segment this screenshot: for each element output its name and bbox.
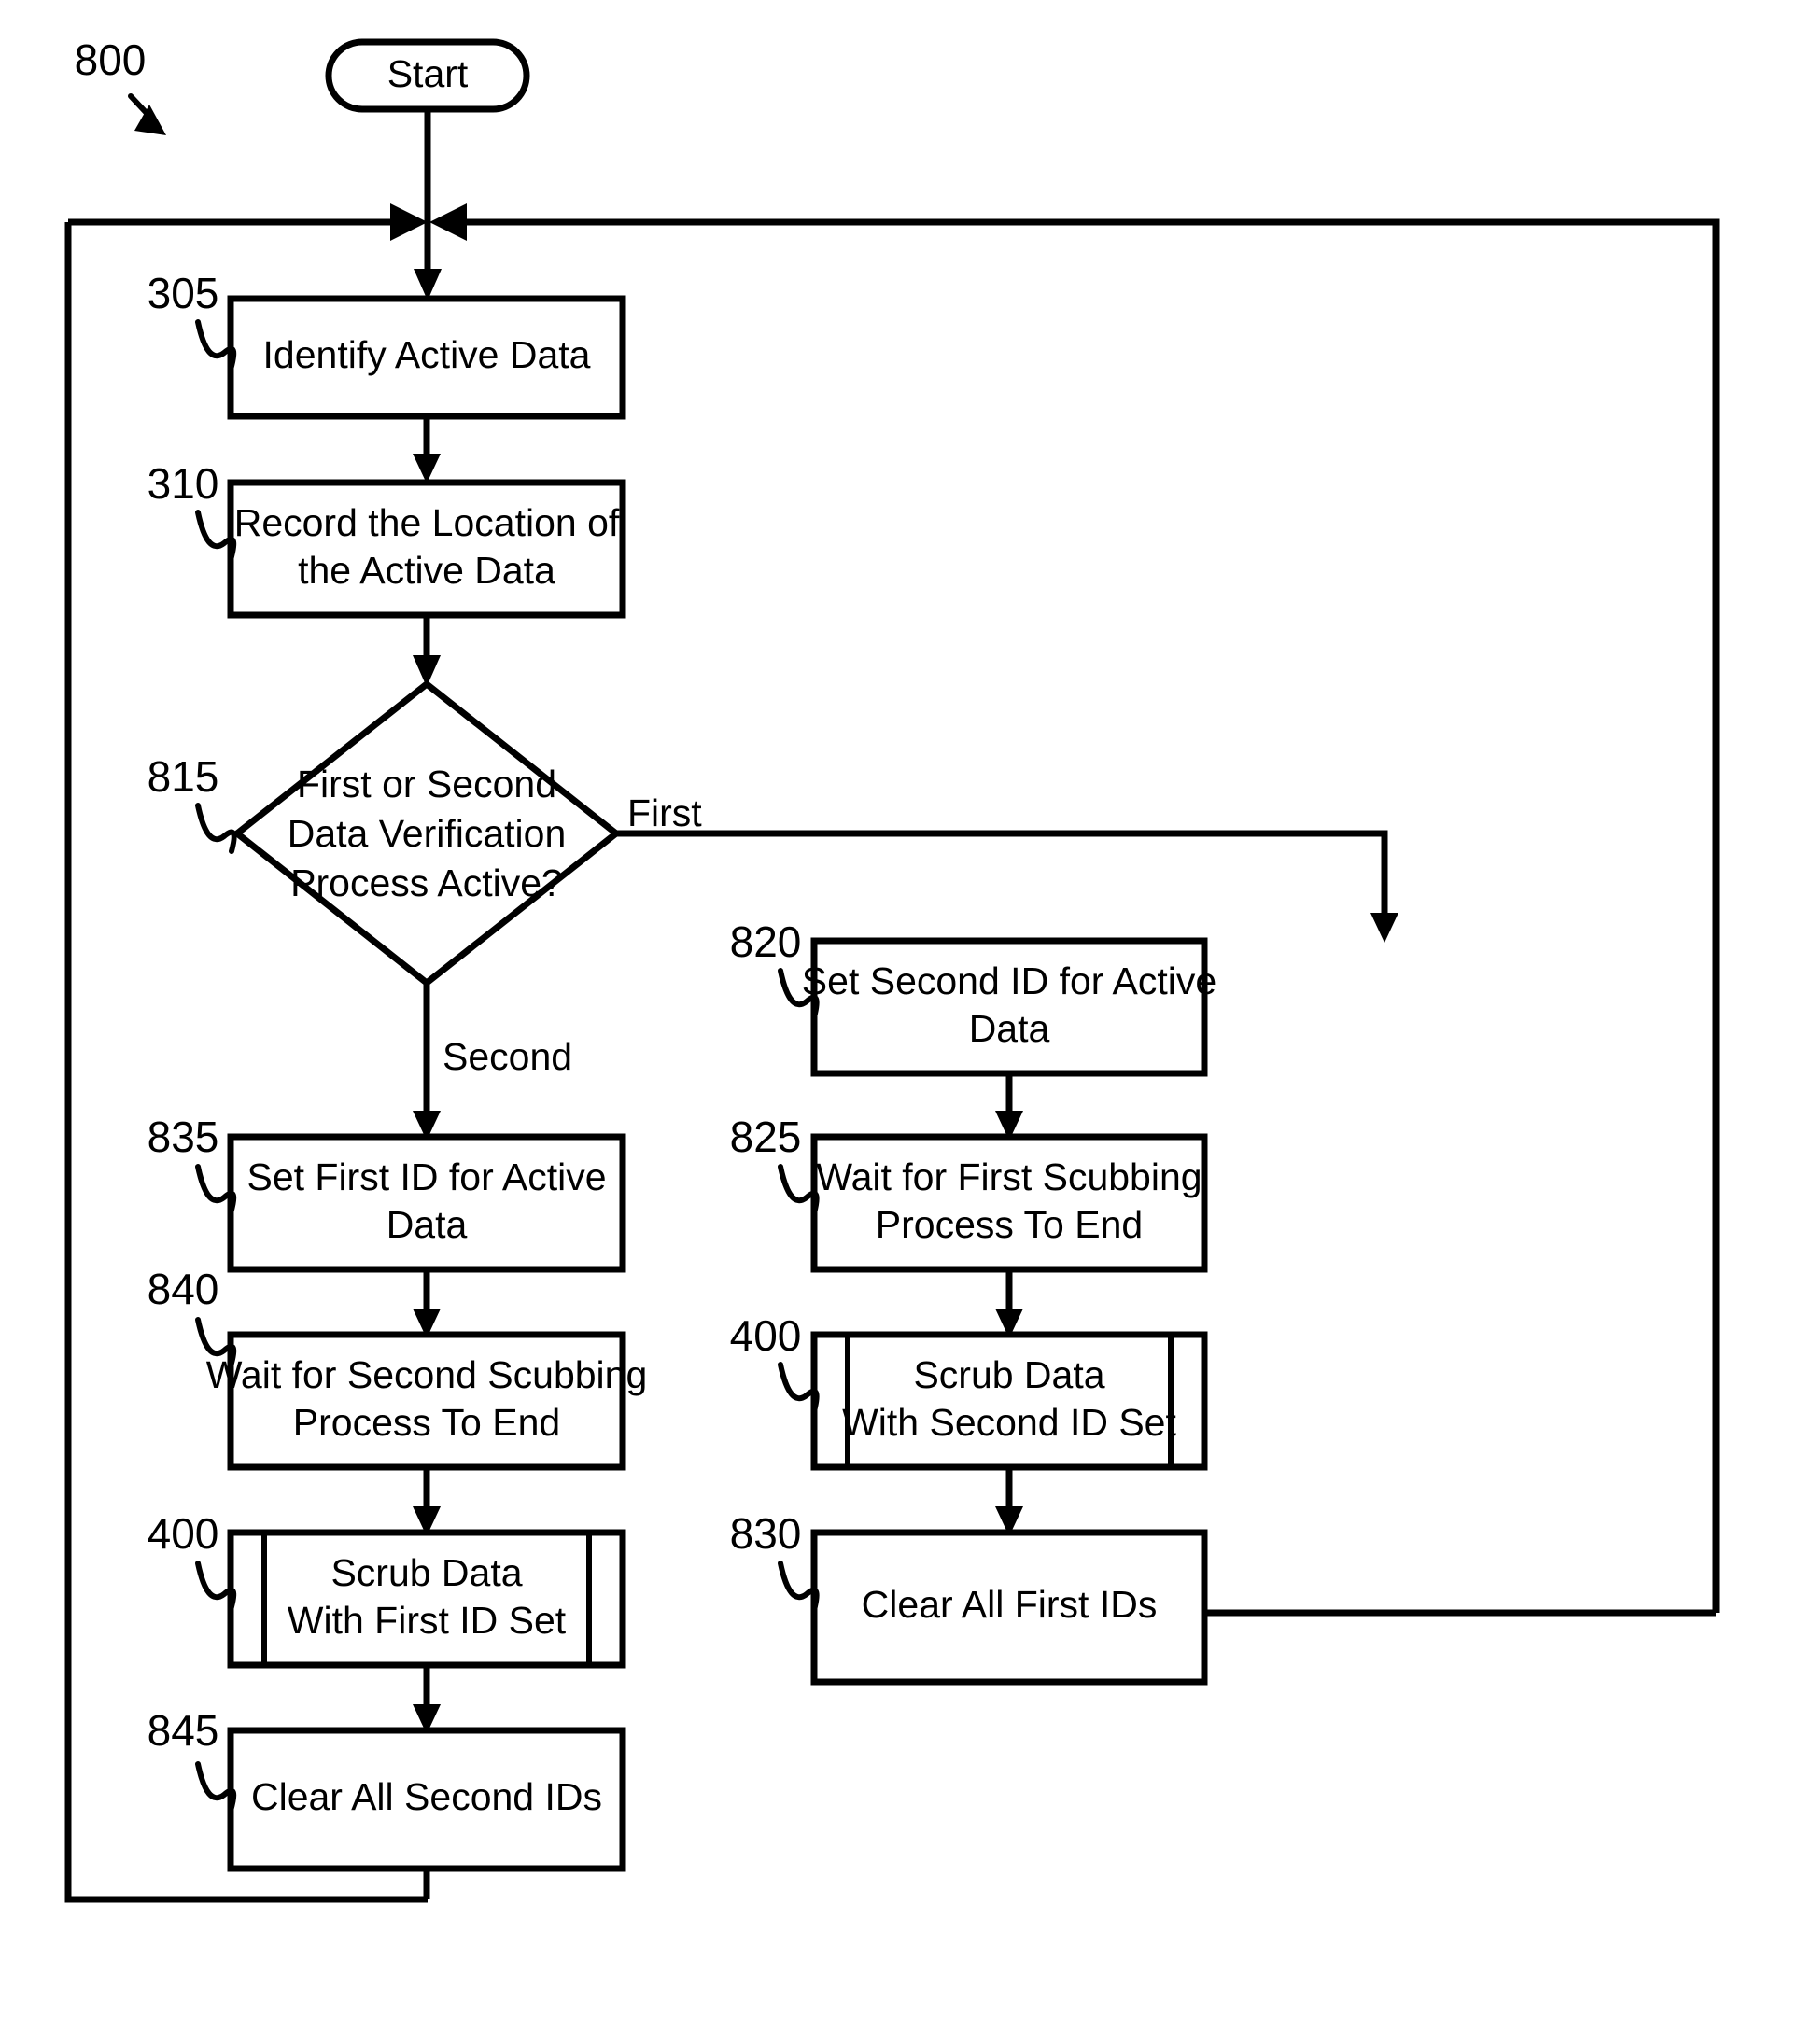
- node-825-label-line2: Process To End: [876, 1203, 1143, 1246]
- node-310-label-line1: Record the Location of: [234, 501, 620, 544]
- node-305-label: Identify Active Data: [263, 333, 591, 376]
- start-terminal-label: Start: [387, 52, 469, 95]
- node-400-left-label-line1: Scrub Data: [330, 1551, 522, 1594]
- figure-number: 800: [75, 35, 147, 84]
- node-815-label-line3: Process Active?: [290, 861, 563, 904]
- figure-canvas: 800 Start Identify Active Data 305 Recor…: [0, 0, 1799, 2044]
- node-305-ref: 305: [148, 269, 219, 317]
- branch-label-second: Second: [443, 1035, 572, 1078]
- node-310-label-line2: the Active Data: [298, 549, 555, 592]
- node-840-label-line1: Wait for Second Scubbing: [206, 1353, 648, 1396]
- node-400-right-ref: 400: [730, 1311, 802, 1360]
- node-400-left-ref: 400: [148, 1509, 219, 1558]
- node-835-label-line2: Data: [387, 1203, 468, 1246]
- node-815-ref: 815: [148, 752, 219, 801]
- node-820-ref: 820: [730, 917, 802, 966]
- node-310-ref: 310: [148, 459, 219, 508]
- node-815-label-line2: Data Verification: [288, 812, 567, 855]
- node-820-label-line2: Data: [969, 1007, 1050, 1050]
- node-835-label-line1: Set First ID for Active: [246, 1155, 606, 1198]
- node-830-label: Clear All First IDs: [862, 1583, 1158, 1626]
- node-825-ref: 825: [730, 1113, 802, 1161]
- arrowhead-to-820: [1370, 913, 1398, 943]
- node-815-label-line1: First or Second: [297, 763, 556, 805]
- node-825-label-line1: Wait for First Scubbing: [816, 1155, 1202, 1198]
- flowchart-svg: 800 Start Identify Active Data 305 Recor…: [64, 35, 1720, 1903]
- node-840-label-line2: Process To End: [293, 1401, 560, 1444]
- node-820-label-line1: Set Second ID for Active: [802, 959, 1216, 1002]
- node-835-ref: 835: [148, 1113, 219, 1161]
- node-400-right-label-line1: Scrub Data: [913, 1353, 1104, 1396]
- node-845-ref: 845: [148, 1706, 219, 1755]
- node-840-ref: 840: [148, 1265, 219, 1313]
- node-815-leader: [195, 803, 237, 854]
- arrowhead-to-310: [413, 454, 441, 483]
- node-400-left-label-line2: With First ID Set: [288, 1599, 567, 1642]
- node-830-ref: 830: [730, 1509, 802, 1558]
- node-845-label: Clear All Second IDs: [251, 1775, 602, 1818]
- branch-label-first: First: [627, 791, 702, 834]
- node-400-right-label-line2: With Second ID Set: [842, 1401, 1176, 1444]
